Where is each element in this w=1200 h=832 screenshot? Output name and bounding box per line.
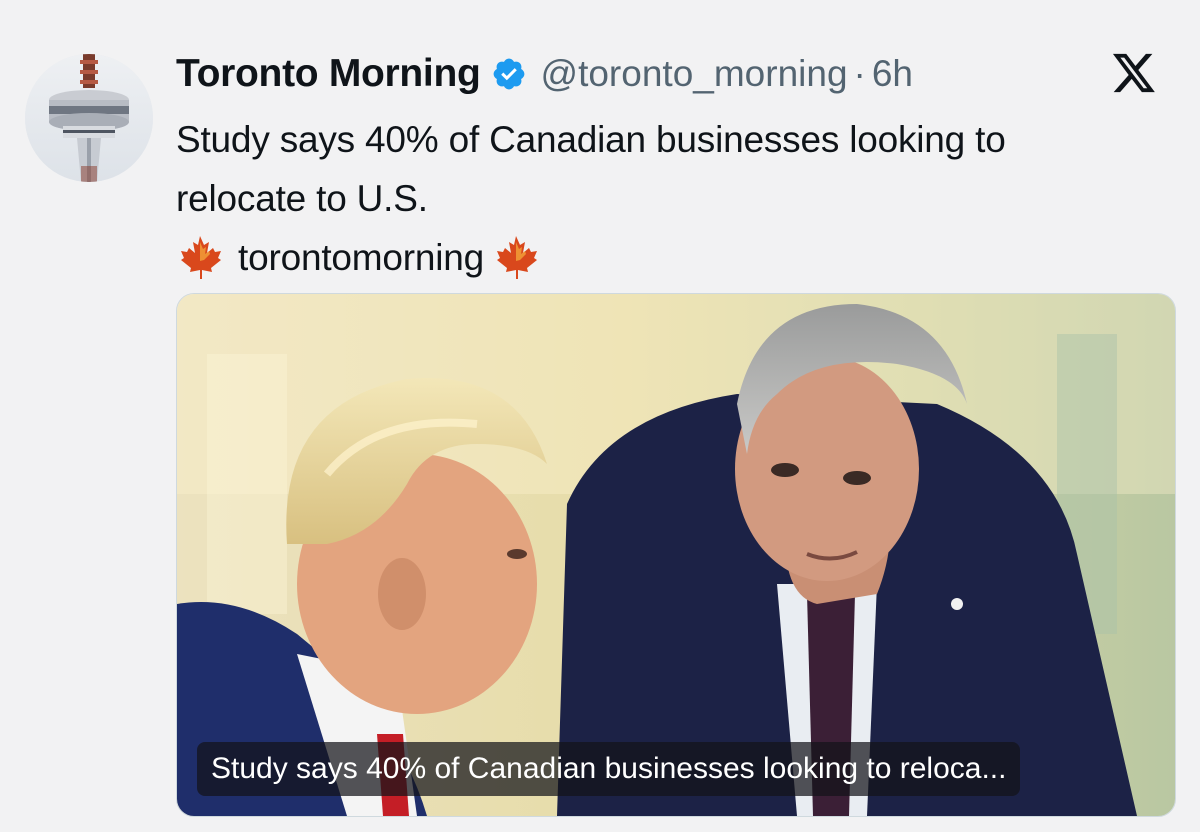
separator-dot: ·	[853, 53, 866, 94]
tweet-header: Toronto Morning @toronto_morning · 6h	[176, 46, 913, 102]
verified-badge-icon	[491, 56, 527, 92]
tweet-text-line: relocate to U.S.	[176, 178, 428, 219]
hashtag-text[interactable]: torontomorning	[238, 237, 484, 278]
news-photo	[177, 294, 1175, 816]
link-preview-card[interactable]: Study says 40% of Canadian businesses lo…	[176, 293, 1176, 817]
cn-tower-image	[25, 54, 153, 182]
tweet-text-line: Study says 40% of Canadian businesses lo…	[176, 119, 1006, 160]
tweet-card[interactable]: Toronto Morning @toronto_morning · 6h St…	[0, 0, 1200, 832]
profile-avatar[interactable]	[25, 54, 153, 182]
tweet-text: Study says 40% of Canadian businesses lo…	[176, 110, 1176, 287]
maple-leaf-icon	[181, 236, 221, 279]
timestamp[interactable]: 6h	[872, 53, 913, 95]
handle[interactable]: @toronto_morning	[541, 53, 848, 95]
hashtag-line: torontomorning	[176, 228, 1176, 287]
x-logo-icon[interactable]	[1111, 52, 1157, 96]
link-preview-title: Study says 40% of Canadian businesses lo…	[197, 742, 1021, 796]
display-name[interactable]: Toronto Morning	[176, 52, 481, 96]
maple-leaf-icon	[497, 236, 538, 279]
